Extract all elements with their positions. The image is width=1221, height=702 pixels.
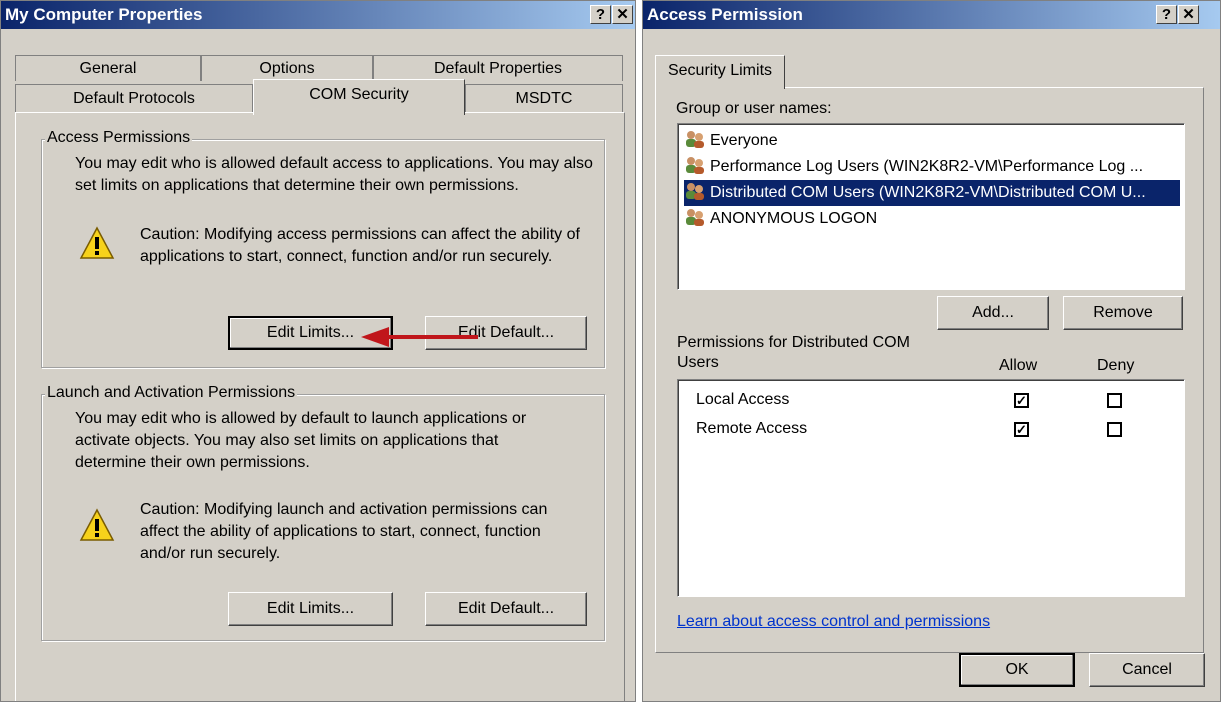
permissions-label: Permissions for Distributed COM Users xyxy=(677,333,910,373)
user-name: Everyone xyxy=(710,132,778,149)
user-name: ANONYMOUS LOGON xyxy=(710,210,878,227)
remote-access-deny-checkbox[interactable] xyxy=(1107,422,1122,437)
tab-label: General xyxy=(79,60,137,77)
launch-caution: Caution: Modifying launch and activation… xyxy=(140,501,548,562)
access-caution: Caution: Modifying access permissions ca… xyxy=(140,226,580,265)
local-access-allow-checkbox[interactable]: ✓ xyxy=(1014,393,1029,408)
permissions-label-line1: Permissions for Distributed COM xyxy=(677,334,910,351)
red-arrow-annotation xyxy=(361,327,478,347)
remote-access-allow-checkbox[interactable]: ✓ xyxy=(1014,422,1029,437)
ok-button[interactable]: OK xyxy=(959,653,1075,687)
group-or-user-names-label: Group or user names: xyxy=(676,100,832,117)
window-title: My Computer Properties xyxy=(5,5,203,24)
launch-edit-limits-button[interactable]: Edit Limits... xyxy=(228,592,393,626)
users-icon xyxy=(686,183,704,200)
tab-general[interactable]: General xyxy=(15,55,201,81)
permissions-list: Local Access ✓ Remote Access ✓ xyxy=(677,379,1185,597)
tab-default-protocols[interactable]: Default Protocols xyxy=(15,84,253,112)
group-title: Launch and Activation Permissions xyxy=(45,384,298,402)
tab-label: COM Security xyxy=(309,86,409,103)
list-item-anonymous-logon[interactable]: ANONYMOUS LOGON xyxy=(684,206,1180,232)
warning-icon xyxy=(79,226,115,259)
tab-options[interactable]: Options xyxy=(201,55,373,81)
tab-label: Default Protocols xyxy=(73,90,195,107)
tab-label: Options xyxy=(259,60,315,77)
learn-about-access-control-link[interactable]: Learn about access control and permissio… xyxy=(677,613,990,631)
title-bar: Access Permission ? ✕ xyxy=(643,1,1220,29)
tab-label: MSDTC xyxy=(515,90,573,107)
access-permissions-group: Access Permissions You may edit who is a… xyxy=(41,129,605,368)
access-description: You may edit who is allowed default acce… xyxy=(75,155,593,194)
permission-name: Local Access xyxy=(696,391,790,408)
cancel-button[interactable]: Cancel xyxy=(1089,653,1205,687)
list-item-everyone[interactable]: Everyone xyxy=(684,128,1180,154)
remove-button[interactable]: Remove xyxy=(1063,296,1183,330)
user-name: Performance Log Users (WIN2K8R2-VM\Perfo… xyxy=(710,158,1144,175)
users-icon xyxy=(686,157,704,174)
list-item-distributed-com-users[interactable]: Distributed COM Users (WIN2K8R2-VM\Distr… xyxy=(684,180,1180,206)
window-title: Access Permission xyxy=(647,5,803,24)
user-list[interactable]: Everyone Performance Log Users (WIN2K8R2… xyxy=(677,123,1185,290)
users-icon xyxy=(686,209,704,226)
list-item-performance-log-users[interactable]: Performance Log Users (WIN2K8R2-VM\Perfo… xyxy=(684,154,1180,180)
local-access-deny-checkbox[interactable] xyxy=(1107,393,1122,408)
deny-column-header: Deny xyxy=(1097,357,1135,374)
user-name: Distributed COM Users (WIN2K8R2-VM\Distr… xyxy=(710,184,1146,201)
users-icon xyxy=(686,131,704,148)
permission-name: Remote Access xyxy=(696,420,808,437)
launch-description: You may edit who is allowed by default t… xyxy=(75,410,527,471)
my-computer-properties-window: My Computer Properties ? ✕ General Optio… xyxy=(0,0,636,702)
add-button[interactable]: Add... xyxy=(937,296,1049,330)
tab-default-properties[interactable]: Default Properties xyxy=(373,55,623,81)
close-button[interactable]: ✕ xyxy=(1178,5,1199,24)
tab-com-security[interactable]: COM Security xyxy=(253,79,465,115)
tab-label: Default Properties xyxy=(433,60,563,77)
help-button[interactable]: ? xyxy=(1156,5,1177,24)
tab-msdtc[interactable]: MSDTC xyxy=(465,84,623,112)
launch-edit-default-button[interactable]: Edit Default... xyxy=(425,592,587,626)
launch-activation-group: Launch and Activation Permissions You ma… xyxy=(41,384,605,641)
permissions-label-line2: Users xyxy=(677,354,719,371)
tab-security-limits[interactable]: Security Limits xyxy=(655,55,785,89)
group-title: Access Permissions xyxy=(45,129,193,147)
access-permission-window: Access Permission ? ✕ Security Limits Gr… xyxy=(642,0,1221,702)
warning-icon xyxy=(79,508,115,541)
tab-label: Security Limits xyxy=(667,62,773,79)
title-bar: My Computer Properties ? ✕ xyxy=(1,1,635,29)
allow-column-header: Allow xyxy=(999,357,1038,374)
close-button[interactable]: ✕ xyxy=(612,5,633,24)
help-button[interactable]: ? xyxy=(590,5,611,24)
